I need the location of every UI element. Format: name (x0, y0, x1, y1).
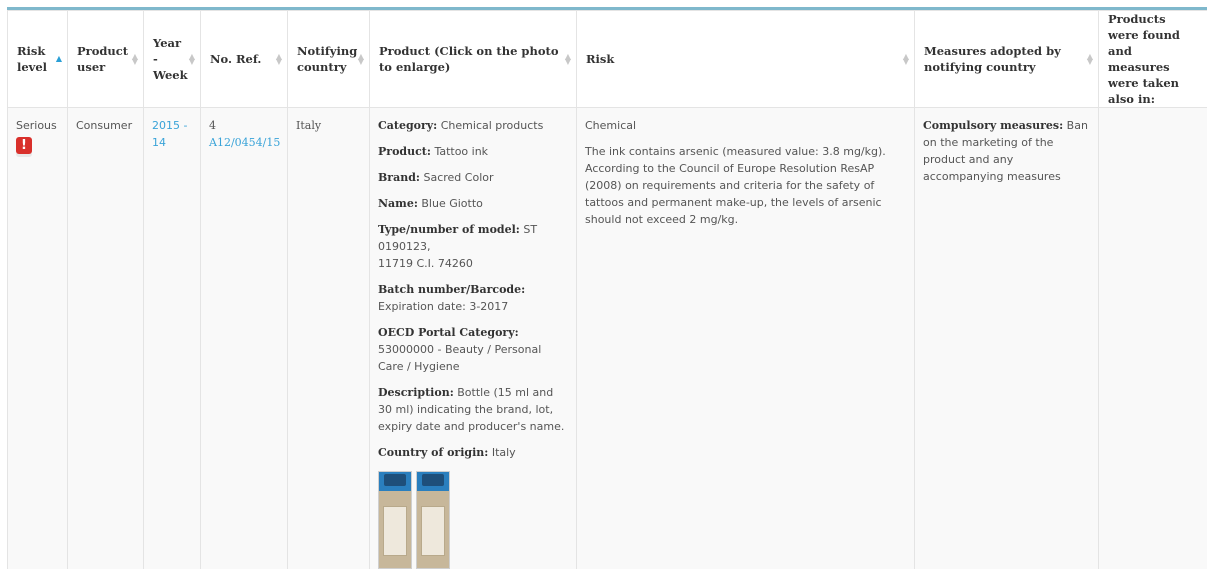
product-photo-thumbnail[interactable] (378, 471, 412, 569)
sort-icon: ▲ ▼ (188, 52, 195, 66)
risk-description: The ink contains arsenic (measured value… (585, 145, 886, 226)
sort-icon: ▲ ▼ (902, 52, 909, 66)
risk-type: Chemical (585, 119, 637, 132)
product-type: Product: Tattoo ink (378, 145, 489, 158)
product-category: Category: Chemical products (378, 119, 544, 132)
measures-label: Compulsory measures: (923, 119, 1064, 132)
product-photos (378, 471, 568, 569)
col-header-risk[interactable]: Risk ▲ ▼ (576, 10, 915, 108)
table-row: Serious ! Consumer 2015 - 14 4 A12/0454/… (7, 107, 1207, 569)
cell-risk-level: Serious ! (7, 107, 68, 569)
col-header-risk-level[interactable]: Risk level ▲ (7, 10, 68, 108)
results-table: Risk level ▲ Product user ▲ ▼ Year - Week ▲ ▼… (7, 10, 1207, 569)
results-table-container: Risk level ▲ Product user ▲ ▼ Year - Week ▲ ▼… (7, 7, 1207, 569)
cell-product: Category: Chemical products Product: Tat… (369, 107, 577, 569)
col-header-measures[interactable]: Measures adopted by notifying country ▲ ▼ (914, 10, 1099, 108)
col-header-also-found-in: Products were found and measures were ta… (1098, 10, 1207, 108)
warning-icon: ! (16, 137, 32, 154)
product-name: Name: Blue Giotto (378, 197, 483, 210)
product-description: Description: Bottle (15 ml and 30 ml) in… (378, 386, 565, 433)
product-brand: Brand: Sacred Color (378, 171, 494, 184)
cell-notifying-country: Italy (287, 107, 370, 569)
sort-icon: ▲ ▼ (275, 52, 282, 66)
product-oecd-category: OECD Portal Category: 53000000 - Beauty /… (378, 326, 542, 373)
header-row: Risk level ▲ Product user ▲ ▼ Year - Week ▲ ▼… (7, 10, 1207, 108)
product-batch: Batch number/Barcode: Expiration date: 3-… (378, 283, 526, 313)
col-header-product-user[interactable]: Product user ▲ ▼ (67, 10, 144, 108)
col-header-notifying-country[interactable]: Notifying country ▲ ▼ (287, 10, 370, 108)
year-week-link[interactable]: 2015 - 14 (152, 119, 187, 149)
product-user-text: Consumer (76, 119, 133, 132)
ref-number: 4 (209, 119, 216, 132)
col-header-year-week[interactable]: Year - Week ▲ ▼ (143, 10, 201, 108)
cell-ref: 4 A12/0454/15 (200, 107, 288, 569)
col-header-product[interactable]: Product (Click on the photo to enlarge) ▲… (369, 10, 577, 108)
col-header-ref[interactable]: No. Ref. ▲ ▼ (200, 10, 288, 108)
cell-year-week: 2015 - 14 (143, 107, 201, 569)
sort-asc-icon: ▲ (55, 54, 62, 63)
ref-code-link[interactable]: A12/0454/15 (209, 136, 280, 149)
product-photo-thumbnail[interactable] (416, 471, 450, 569)
cell-also-found-in (1098, 107, 1207, 569)
cell-risk: Chemical The ink contains arsenic (measu… (576, 107, 915, 569)
sort-icon: ▲ ▼ (1086, 52, 1093, 66)
sort-icon: ▲ ▼ (357, 52, 364, 66)
sort-icon: ▲ ▼ (131, 52, 138, 66)
notifying-country-text: Italy (296, 119, 322, 132)
cell-measures: Compulsory measures: Ban on the marketin… (914, 107, 1099, 569)
product-model: Type/number of model: ST 0190123, 11719 C… (378, 223, 538, 270)
risk-level-text: Serious (16, 119, 57, 132)
product-origin: Country of origin: Italy (378, 446, 516, 459)
cell-product-user: Consumer (67, 107, 144, 569)
sort-icon: ▲ ▼ (564, 52, 571, 66)
